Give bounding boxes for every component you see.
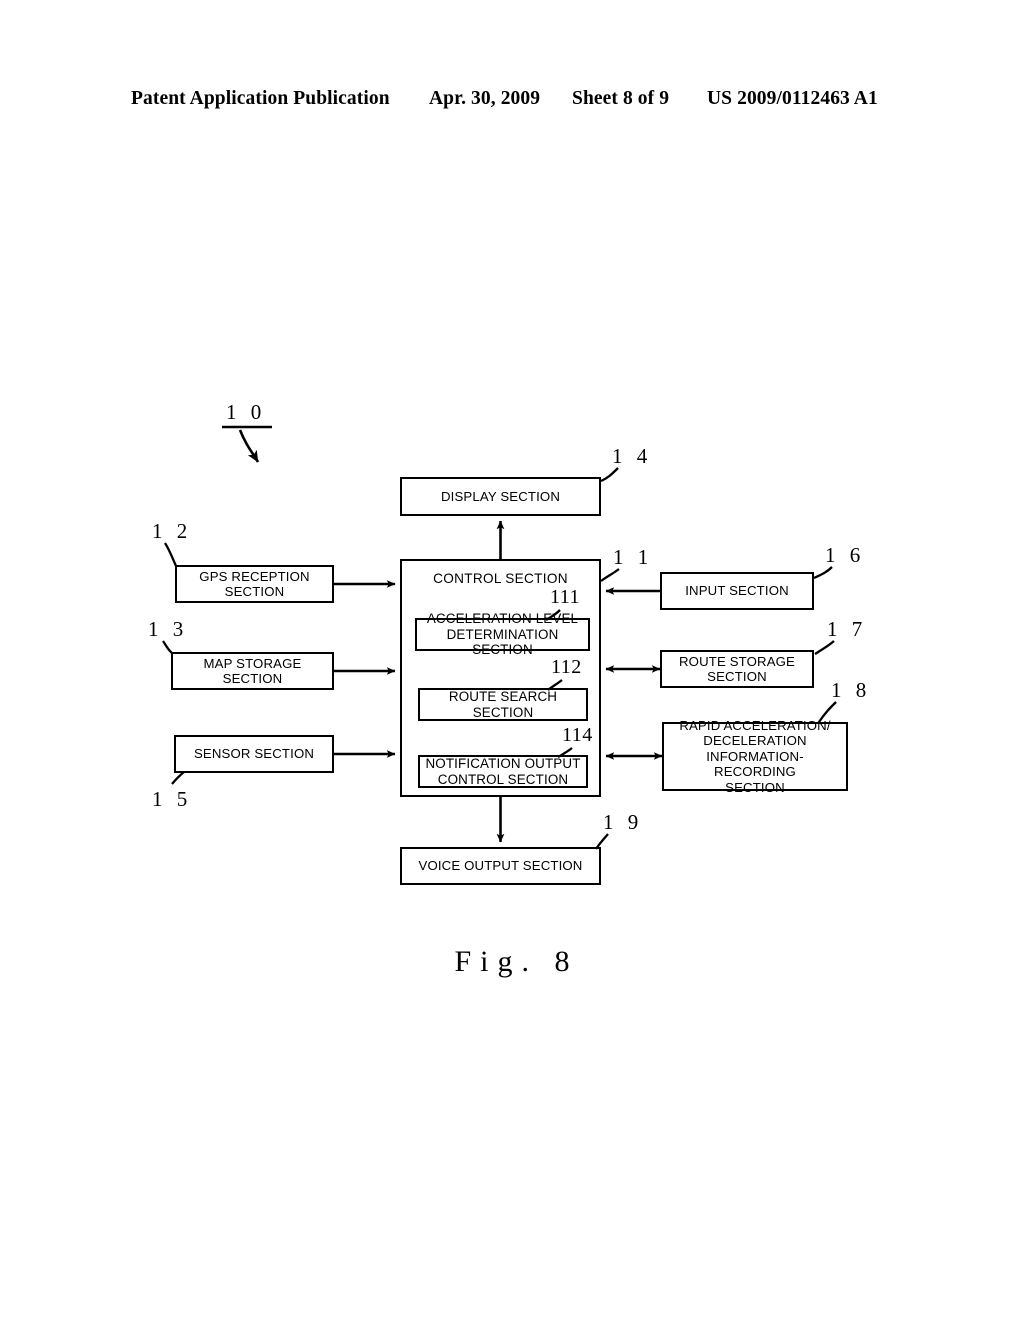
block-route-storage-section-label: ROUTE STORAGE SECTION <box>678 653 795 684</box>
header-date-label: Apr. 30, 2009 <box>429 88 541 109</box>
leader-11 <box>600 568 620 582</box>
block-acceleration-level-determination-section-label: ACCELERATION LEVEL DETERMINATION SECTION <box>426 611 579 658</box>
ref-numeral-112: 112 <box>551 656 582 678</box>
ref-numeral-12: 1 2 <box>152 519 192 543</box>
block-input-section: INPUT SECTION <box>660 572 814 610</box>
block-rapid-acceleration-deceleration-information-recording-section-label: RAPID ACCELERATION/ DECELERATION INFORMA… <box>679 717 831 795</box>
block-gps-reception-section-label: GPS RECEPTION SECTION <box>199 568 310 599</box>
block-notification-output-control-section: NOTIFICATION OUTPUT CONTROL SECTION <box>418 755 588 788</box>
ref-numeral-11: 1 1 <box>613 545 653 569</box>
block-sensor-section-label: SENSOR SECTION <box>193 746 315 762</box>
ref-numeral-19: 1 9 <box>603 810 643 834</box>
block-route-storage-section: ROUTE STORAGE SECTION <box>660 650 814 688</box>
block-voice-output-section: VOICE OUTPUT SECTION <box>400 847 601 885</box>
ref-numeral-18: 1 8 <box>831 678 871 702</box>
block-display-section: DISPLAY SECTION <box>400 477 601 516</box>
patent-drawing-page: Patent Application Publication Apr. 30, … <box>0 0 1024 1320</box>
ref-10-leader-arrow <box>238 429 260 463</box>
figure-caption: Fig. 8 <box>454 945 579 978</box>
ref-numeral-10: 1 0 <box>226 400 266 424</box>
block-input-section-label: INPUT SECTION <box>685 583 789 599</box>
ref-numeral-114: 114 <box>562 724 593 746</box>
block-control-section-label: CONTROL SECTION <box>433 571 568 586</box>
ref-numeral-111: 111 <box>550 586 581 608</box>
leader-17 <box>814 640 835 655</box>
block-acceleration-level-determination-section: ACCELERATION LEVEL DETERMINATION SECTION <box>415 611 590 657</box>
block-notification-output-control-section-label: NOTIFICATION OUTPUT CONTROL SECTION <box>425 755 581 787</box>
block-rapid-acceleration-deceleration-information-recording-section: RAPID ACCELERATION/ DECELERATION INFORMA… <box>662 718 848 795</box>
block-sensor-section: SENSOR SECTION <box>174 735 334 773</box>
header-publication-label: Patent Application Publication <box>131 88 390 109</box>
ref-numeral-16: 1 6 <box>825 543 865 567</box>
leader-15 <box>171 771 185 785</box>
block-route-search-section-label: ROUTE SEARCH SECTION <box>448 688 558 720</box>
block-map-storage-section-label: MAP STORAGE SECTION <box>203 655 302 686</box>
ref-numeral-13: 1 3 <box>148 617 188 641</box>
block-map-storage-section: MAP STORAGE SECTION <box>171 652 334 690</box>
leader-12 <box>164 542 178 567</box>
header-sheet-label: Sheet 8 of 9 <box>572 88 670 109</box>
leader-16 <box>813 566 833 580</box>
leader-14 <box>600 467 619 483</box>
ref-numeral-17: 1 7 <box>827 617 867 641</box>
header-publication-number: US 2009/0112463 A1 <box>707 88 878 109</box>
block-voice-output-section-label: VOICE OUTPUT SECTION <box>418 858 583 874</box>
ref-numeral-15: 1 5 <box>152 787 192 811</box>
block-route-search-section: ROUTE SEARCH SECTION <box>418 688 588 721</box>
block-gps-reception-section: GPS RECEPTION SECTION <box>175 565 334 603</box>
ref-numeral-14: 1 4 <box>612 444 652 468</box>
publication-header: Patent Application Publication Apr. 30, … <box>0 88 1024 114</box>
block-display-section-label: DISPLAY SECTION <box>440 488 561 504</box>
